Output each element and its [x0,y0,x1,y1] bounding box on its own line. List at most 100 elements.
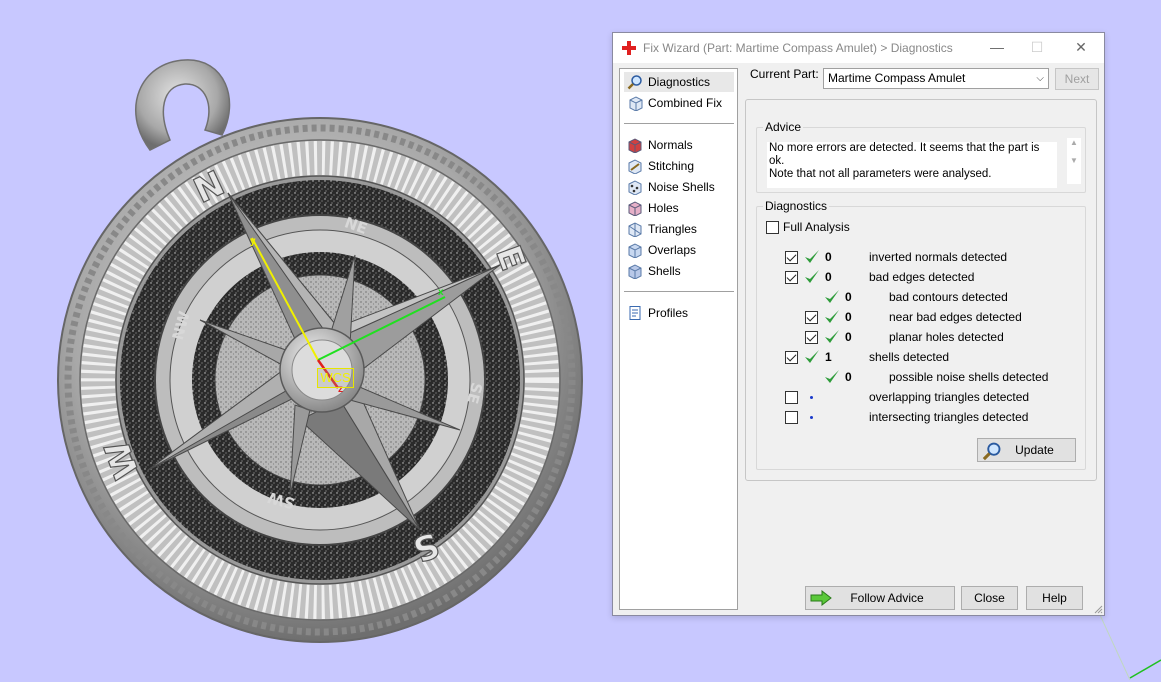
advice-scrollbar[interactable]: ▲ ▼ [1067,138,1081,184]
follow-advice-button[interactable]: Follow Advice [805,586,955,610]
diagnostic-label: overlapping triangles detected [869,390,1030,404]
advice-line: No more errors are detected. It seems th… [769,142,1040,167]
diagnostic-count: 1 [825,350,832,364]
resize-grip-icon[interactable] [1093,604,1103,614]
nav-item-overlaps[interactable]: Overlaps [624,240,734,260]
nav-item-holes[interactable]: Holes [624,198,734,218]
diagnostic-label: bad contours detected [889,290,1008,304]
chevron-down-icon: ⌵ [1036,73,1044,84]
nav-item-diagnostics[interactable]: Diagnostics [624,72,734,92]
wcs-label: WCS [317,368,354,388]
diagnostic-label: near bad edges detected [889,310,1022,324]
diagnostic-label: bad edges detected [869,270,975,284]
diagnostics-group: Diagnostics Full Analysis 0 inverted norm… [756,199,1086,470]
nav-item-combined-fix[interactable]: Combined Fix [624,93,734,113]
shells-icon [628,264,642,279]
nav-label: Holes [648,201,679,215]
title-bar[interactable]: Fix Wizard (Part: Martime Compass Amulet… [613,33,1104,63]
wizard-nav-list: Diagnostics Combined Fix Normals Stitchi… [619,68,738,610]
diagnostics-title: Diagnostics [763,199,830,213]
green-check-icon [825,310,839,323]
advice-title: Advice [763,120,804,134]
diagnostic-label: intersecting triangles detected [869,410,1029,424]
hanging-loop [135,59,231,151]
compass-amulet-model: N E S W NE SE SW NW [57,59,583,643]
diagnostic-checkbox[interactable] [785,351,798,364]
fix-wizard-red-cross-icon [622,41,636,55]
normals-icon [628,138,642,153]
diagnostic-checkbox[interactable] [785,271,798,284]
pending-dot-icon [810,416,813,419]
magnifier-icon [982,442,1001,461]
dialog-title: Fix Wizard (Part: Martime Compass Amulet… [643,41,953,55]
nav-label: Profiles [648,306,689,320]
diagnostic-count: 0 [845,370,852,384]
diagnostic-checkbox[interactable] [805,311,818,324]
nav-label: Diagnostics [648,75,711,89]
green-check-icon [805,350,819,363]
update-button-label: Update [1015,443,1054,457]
diagnostic-count: 0 [845,310,852,324]
nav-item-noise-shells[interactable]: Noise Shells [624,177,734,197]
nav-divider [624,123,734,124]
nav-item-profiles[interactable]: Profiles [624,303,734,323]
diagnostic-count: 0 [825,250,832,264]
close-window-button[interactable]: ✕ [1061,33,1101,63]
nav-label: Stitching [648,159,695,173]
green-check-icon [825,370,839,383]
nav-item-normals[interactable]: Normals [624,135,734,155]
nav-label: Overlaps [648,243,697,257]
combined-fix-icon [629,96,643,111]
advice-text: No more errors are detected. It seems th… [767,142,1057,188]
diagnostic-checkbox[interactable] [785,391,798,404]
full-analysis-label: Full Analysis [783,220,850,234]
diagnostic-label: possible noise shells detected [889,370,1049,384]
nav-item-triangles[interactable]: Triangles [624,219,734,239]
triangles-icon [628,222,642,237]
nav-label: Normals [648,138,693,152]
green-check-icon [825,290,839,303]
fix-wizard-dialog: Fix Wizard (Part: Martime Compass Amulet… [612,32,1105,616]
current-part-label: Current Part: [750,67,819,81]
3d-viewport[interactable]: N E S W NE SE SW NW y x z WCS [0,0,610,682]
overlaps-icon [628,243,642,258]
nav-item-stitching[interactable]: Stitching [624,156,734,176]
green-check-icon [805,250,819,263]
nav-item-shells[interactable]: Shells [624,261,734,281]
diagnostic-count: 0 [845,330,852,344]
x-axis-label: x [438,287,444,298]
current-part-select[interactable]: Martime Compass Amulet ⌵ [823,68,1049,89]
diagnostic-checkbox[interactable] [785,251,798,264]
green-check-icon [825,330,839,343]
nav-label: Combined Fix [648,96,723,110]
holes-icon [628,201,642,216]
close-button[interactable]: Close [961,586,1018,610]
noise-shells-icon [628,180,642,195]
profiles-icon [629,306,641,320]
nav-label: Shells [648,264,681,278]
update-button[interactable]: Update [977,438,1076,462]
green-check-icon [805,270,819,283]
full-analysis-checkbox[interactable] [766,221,779,234]
diagnostic-count: 0 [845,290,852,304]
diagnostics-panel: Advice No more errors are detected. It s… [745,99,1097,481]
diagnostic-checkbox[interactable] [805,331,818,344]
diagnostic-label: inverted normals detected [869,250,1008,264]
corner-axis-indicator [1099,614,1161,681]
maximize-button[interactable]: ☐ [1017,33,1057,63]
green-arrow-icon [810,590,832,606]
current-part-value: Martime Compass Amulet [828,71,966,85]
diagnostic-label: shells detected [869,350,950,364]
advice-group: Advice No more errors are detected. It s… [756,120,1086,193]
nav-divider [624,291,734,292]
help-button[interactable]: Help [1026,586,1083,610]
stitching-icon [628,159,642,174]
diagnostic-count: 0 [825,270,832,284]
diagnostic-checkbox[interactable] [785,411,798,424]
magnifier-icon [627,75,642,90]
minimize-button[interactable]: — [977,33,1017,63]
next-button[interactable]: Next [1055,68,1099,90]
y-axis-label: y [250,236,256,247]
advice-line: Note that not all parameters were analys… [769,168,992,180]
nav-label: Noise Shells [648,180,715,194]
